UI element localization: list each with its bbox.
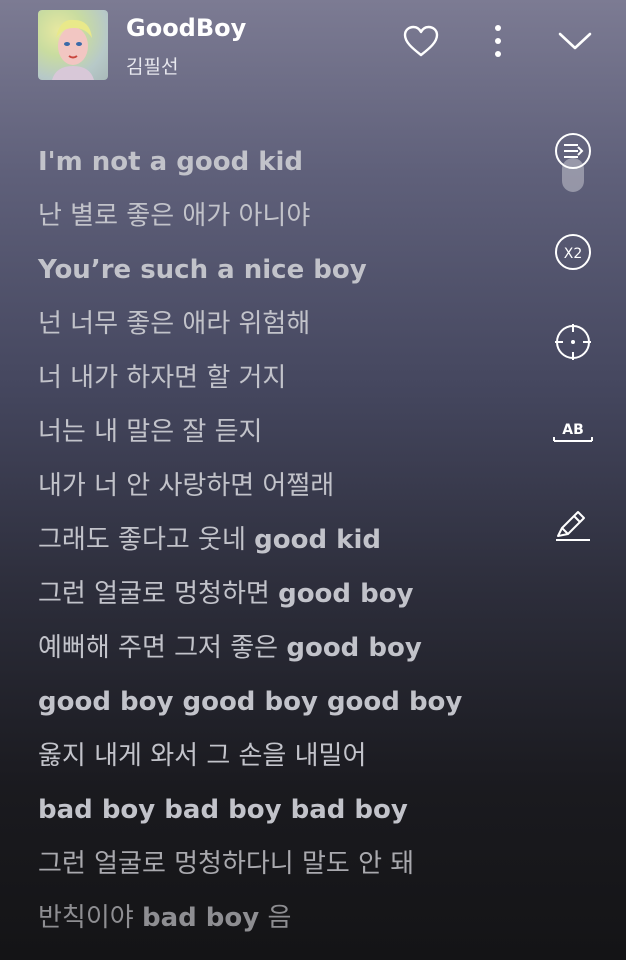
translate-ab-button[interactable]: AB [548, 408, 598, 458]
lyric-line[interactable]: good boy good boy good boy [38, 680, 518, 734]
lyric-text: 음 [259, 903, 292, 933]
chevron-down-icon[interactable] [556, 28, 594, 54]
lyric-line[interactable]: 넌 너무 좋은 애라 위험해 [38, 302, 518, 356]
highlighter-button[interactable] [548, 498, 598, 548]
heart-icon[interactable] [402, 24, 440, 58]
lyric-text-en: good boy [278, 579, 414, 609]
lyric-text: 그런 얼굴로 멍청하면 [38, 579, 279, 609]
player-header: GoodBoy 김필선 [0, 0, 626, 100]
target-button[interactable] [548, 318, 598, 368]
lyric-text: 그래도 좋다고 웃네 [38, 525, 255, 555]
highlighter-icon [556, 511, 590, 541]
scroll-lyrics-toggle-icon [555, 133, 591, 169]
speed-x2-icon: X2 [555, 234, 591, 270]
lyrics-list: I'm not a good kid 난 별로 좋은 애가 아니야 You’re… [38, 140, 518, 950]
scroll-lyrics-toggle[interactable] [548, 128, 598, 192]
lyric-line[interactable]: 내가 너 안 사랑하면 어쩔래 [38, 464, 518, 518]
lyric-line[interactable]: bad boy bad boy bad boy [38, 788, 518, 842]
lyric-line[interactable]: 반칙이야 bad boy 음 [38, 896, 518, 950]
lyric-line[interactable]: 너는 내 말은 잘 듣지 [38, 410, 518, 464]
lyric-line[interactable]: 그런 얼굴로 멍청하다니 말도 안 돼 [38, 842, 518, 896]
lyric-line[interactable]: 너 내가 하자면 할 거지 [38, 356, 518, 410]
more-vertical-icon[interactable] [488, 22, 508, 60]
lyric-line[interactable]: 그래도 좋다고 웃네 good kid [38, 518, 518, 572]
lyric-line[interactable]: 난 별로 좋은 애가 아니야 [38, 194, 518, 248]
target-icon [555, 324, 591, 360]
lyric-text-en: bad boy [141, 903, 260, 933]
album-art[interactable] [38, 10, 108, 80]
lyric-text-en: good boy [286, 633, 422, 663]
translate-label: AB [562, 422, 584, 438]
lyric-text: 반칙이야 [38, 903, 142, 933]
lyric-text: 예뻐해 주면 그저 좋은 [38, 633, 287, 663]
speed-x2-button[interactable]: X2 [548, 228, 598, 278]
lyric-line[interactable]: I'm not a good kid [38, 140, 518, 194]
translate-ab-icon: AB [553, 422, 593, 442]
lyric-line[interactable]: You’re such a nice boy [38, 248, 518, 302]
lyric-line[interactable]: 옳지 내게 와서 그 손을 내밀어 [38, 734, 518, 788]
lyric-text-en: good kid [254, 525, 381, 555]
lyric-line[interactable]: 그런 얼굴로 멍청하면 good boy [38, 572, 518, 626]
track-title: GoodBoy [126, 14, 247, 42]
speed-label: X2 [564, 246, 583, 262]
artist-name[interactable]: 김필선 [126, 52, 178, 79]
lyric-line[interactable]: 예뻐해 주면 그저 좋은 good boy [38, 626, 518, 680]
